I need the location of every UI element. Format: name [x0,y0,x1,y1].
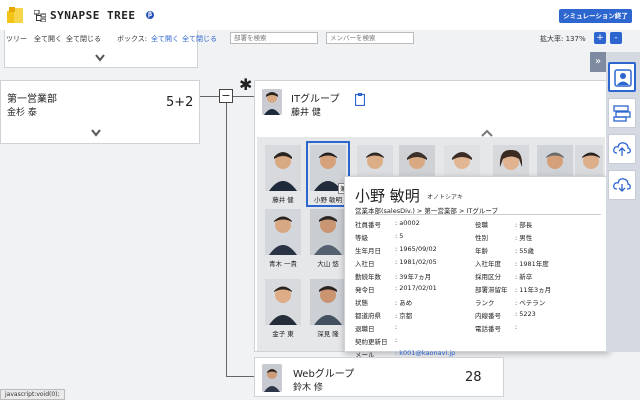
connector-line [226,103,227,376]
end-simulation-button[interactable]: シミュレーション終了 [559,9,632,23]
app-header: SYNAPSE TREE β シミュレーション終了 [0,0,640,30]
member-name: 青木 一貴 [268,260,298,268]
dept-card-web[interactable]: Webグループ 鈴木 修 28 [254,357,504,397]
connector-line [200,96,219,97]
person-card-icon [614,69,632,87]
tree-label: ツリー [6,35,27,43]
dept-member-count: 5+2 [166,95,194,110]
zoom-out-button[interactable]: - [610,32,622,44]
box-close-all-link[interactable]: 全て閉じる [182,34,217,44]
chevron-down-icon[interactable] [91,129,101,137]
dept-title: Webグループ [293,369,355,380]
synapse-logo-icon [7,7,23,23]
member-photo [265,279,301,325]
dept-title: 第一営業部 [7,94,57,105]
member-tile-selected[interactable]: 兼 小野 敏明 [306,141,350,207]
member-name: 深見 隆 [317,330,339,338]
avatar [262,89,282,115]
changed-marker: ✱ [239,75,253,94]
dept-card-sales1[interactable]: 第一営業部 金杉 泰 5+2 [0,80,200,144]
member-tile[interactable]: 大山 悠 [308,207,348,269]
cloud-download-button[interactable] [608,170,636,200]
connector-line [233,96,254,97]
dept-manager: 藤井 健 [291,108,321,118]
member-photo [310,279,346,325]
box-open-all-link[interactable]: 全て開く [151,34,179,44]
member-tile[interactable]: 青木 一貴 [263,207,303,269]
member-name: 大山 悠 [317,260,339,268]
collapse-toggle[interactable]: − [219,89,233,103]
detail-kana: オノトシアキ [427,194,464,201]
cloud-download-icon [613,178,631,192]
card-list-icon [613,105,631,122]
member-name: 金子 東 [272,330,294,338]
member-tile[interactable]: 深見 隆 [308,277,348,339]
connector-line [226,376,254,377]
chevron-down-icon[interactable] [95,54,105,62]
side-panel: » [590,52,640,352]
cloud-upload-icon [613,142,631,156]
divider [355,214,601,215]
clipboard-icon[interactable] [355,93,365,106]
person-card-button[interactable] [608,62,636,92]
tree-close-all-link[interactable]: 全て閉じる [66,34,101,44]
avatar [262,364,282,392]
tree-open-all-link[interactable]: 全て開く [34,34,62,44]
dept-title: ITグループ [291,94,340,105]
dept-search-input[interactable]: 部署を検索 [230,32,318,44]
zoom-level: 拡大率: 137% [540,35,586,43]
detail-name: 小野 敏明 [355,187,420,205]
card-list-button[interactable] [608,98,636,128]
chevron-up-icon[interactable] [481,129,493,137]
member-photo [265,209,301,255]
dept-manager: 金杉 泰 [7,108,37,118]
member-tile[interactable]: 金子 東 [263,277,303,339]
member-detail-popup: 小野 敏明 オノトシアキ 営業本部(salesDiv.) > 第一営業部 > I… [344,176,610,359]
side-panel-strip [606,52,640,352]
box-label: ボックス: [117,35,148,43]
browser-status-bar: javascript:void(0); [0,389,65,400]
member-name: 小野 敏明 [313,196,343,204]
collapse-panel-button[interactable]: » [590,52,606,72]
member-search-input[interactable]: メンバーを検索 [326,32,414,44]
org-tree-icon [34,10,46,22]
dept-manager: 鈴木 修 [293,383,323,393]
dept-member-count: 28 [465,370,482,385]
email-link[interactable]: : k001@kaonavi.jp [395,349,455,357]
toolbar: ツリー 全て開く 全て閉じる ボックス: 全て開く 全て閉じる 部署を検索 メン… [0,30,640,46]
member-tile[interactable]: 藤井 健 [263,143,303,205]
member-name: 藤井 健 [272,196,294,204]
member-photo [310,209,346,255]
zoom-in-button[interactable]: + [594,32,606,44]
app-title: SYNAPSE TREE [50,9,136,22]
beta-badge: β [146,11,154,19]
member-photo [265,145,301,191]
cloud-upload-button[interactable] [608,134,636,164]
